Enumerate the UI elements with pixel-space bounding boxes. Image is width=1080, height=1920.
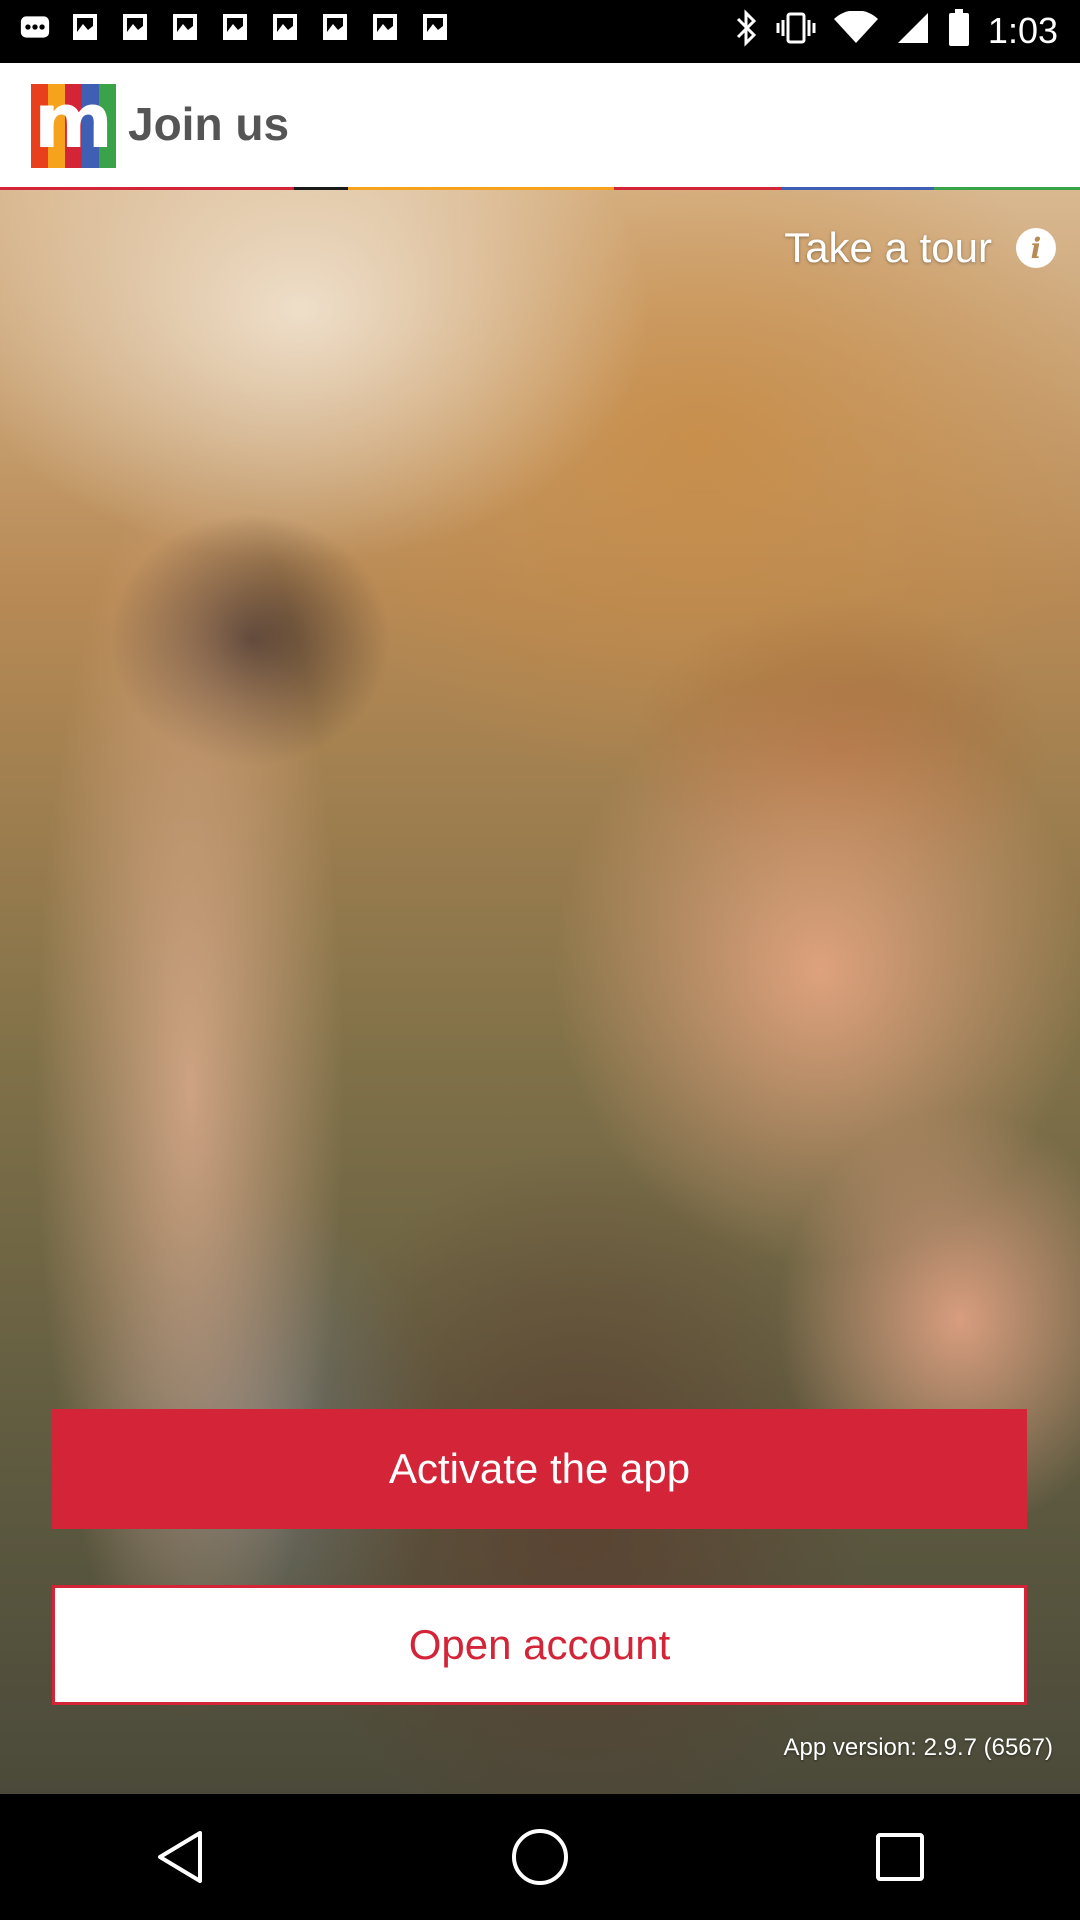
photo-icon [120,10,150,44]
photo-icon [370,10,400,44]
photo-icon [170,10,200,44]
wifi-icon [833,10,878,50]
photo-icon [70,10,100,44]
take-a-tour-label: Take a tour [784,224,992,271]
app-logo: m [31,84,116,168]
bluetooth-icon [734,8,758,53]
page-title: Join us [128,98,290,150]
navigation-bar [0,1794,1080,1920]
home-icon[interactable] [480,1797,600,1917]
notification-area [20,10,450,44]
message-icon [20,10,50,44]
status-bar: 1:03 [0,0,1080,63]
photo-icon [420,10,450,44]
battery-icon [948,9,970,52]
system-status: 1:03 [734,8,1058,53]
activate-app-button[interactable]: Activate the app [52,1409,1027,1529]
photo-icon [220,10,250,44]
signal-icon [896,11,930,50]
vibrate-icon [776,10,816,51]
hero-photo: Take a tour i Activate the app Open acco… [0,190,1080,1794]
photo-icon [320,10,350,44]
open-account-button[interactable]: Open account [52,1585,1027,1705]
recents-icon[interactable] [840,1797,960,1917]
info-icon[interactable]: i [1016,228,1056,268]
back-icon[interactable] [120,1797,240,1917]
photo-icon [270,10,300,44]
app-version-text: App version: 2.9.7 (6567) [783,1734,1054,1761]
status-time: 1:03 [987,9,1058,51]
app-bar: m Join us [0,63,1080,189]
take-a-tour-link[interactable]: Take a tour i [784,224,1056,272]
logo-letter: m [33,84,114,165]
